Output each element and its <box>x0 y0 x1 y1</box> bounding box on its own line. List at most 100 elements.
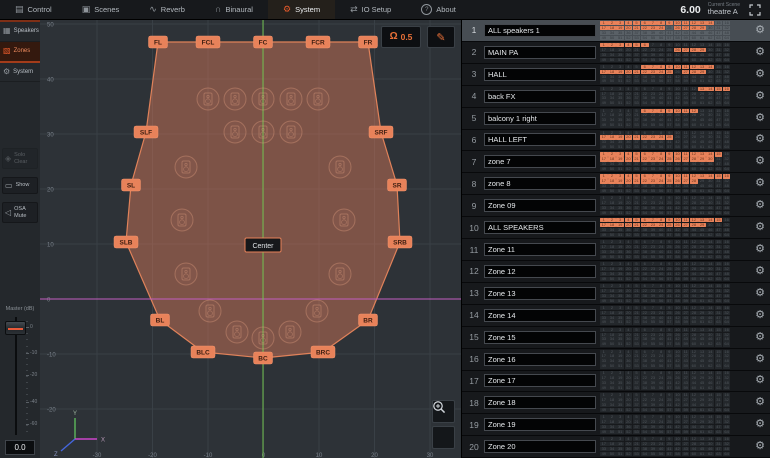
matrix-cell[interactable]: 24 <box>657 376 665 380</box>
matrix-cell[interactable]: 31 <box>715 92 723 96</box>
matrix-cell[interactable]: 53 <box>633 277 641 281</box>
matrix-cell[interactable]: 31 <box>715 289 723 293</box>
matrix-cell[interactable]: 17 <box>600 113 608 117</box>
matrix-cell[interactable]: 40 <box>657 228 665 232</box>
matrix-cell[interactable]: 10 <box>674 21 682 25</box>
matrix-cell[interactable]: 7 <box>649 152 657 156</box>
matrix-cell[interactable]: 34 <box>608 206 616 210</box>
matrix-cell[interactable]: 13 <box>698 437 706 441</box>
matrix-cell[interactable]: 35 <box>616 294 624 298</box>
matrix-cell[interactable]: 42 <box>674 359 682 363</box>
stage-canvas[interactable]: 50403020100-10-20-30-20-100102030FLFCLFC… <box>40 20 461 458</box>
matrix-cell[interactable]: 13 <box>698 415 706 419</box>
matrix-cell[interactable]: 64 <box>723 299 731 303</box>
matrix-cell[interactable]: 14 <box>706 196 714 200</box>
matrix-cell[interactable]: 1 <box>600 196 608 200</box>
matrix-cell[interactable]: 47 <box>715 447 723 451</box>
zone-name-input[interactable] <box>484 155 596 168</box>
matrix-cell[interactable]: 30 <box>706 311 714 315</box>
matrix-cell[interactable]: 64 <box>723 211 731 215</box>
matrix-cell[interactable]: 60 <box>690 364 698 368</box>
matrix-cell[interactable]: 42 <box>674 53 682 57</box>
matrix-cell[interactable]: 12 <box>690 393 698 397</box>
matrix-cell[interactable]: 41 <box>666 53 674 57</box>
matrix-cell[interactable]: 38 <box>641 140 649 144</box>
matrix-cell[interactable]: 64 <box>723 430 731 434</box>
matrix-cell[interactable]: 60 <box>690 233 698 237</box>
matrix-cell[interactable]: 28 <box>690 92 698 96</box>
matrix-cell[interactable]: 47 <box>715 337 723 341</box>
matrix-cell[interactable]: 2 <box>608 284 616 288</box>
matrix-cell[interactable]: 50 <box>608 233 616 237</box>
matrix-cell[interactable]: 60 <box>690 320 698 324</box>
matrix-cell[interactable]: 4 <box>625 65 633 69</box>
matrix-cell[interactable]: 58 <box>674 386 682 390</box>
matrix-cell[interactable]: 34 <box>608 250 616 254</box>
matrix-cell[interactable]: 1 <box>600 240 608 244</box>
matrix-cell[interactable]: 52 <box>625 79 633 83</box>
matrix-cell[interactable]: 18 <box>608 135 616 139</box>
matrix-cell[interactable]: 2 <box>608 43 616 47</box>
matrix-cell[interactable]: 2 <box>608 393 616 397</box>
matrix-cell[interactable]: 1 <box>600 306 608 310</box>
matrix-cell[interactable]: 55 <box>649 342 657 346</box>
matrix-cell[interactable]: 52 <box>625 145 633 149</box>
matrix-cell[interactable]: 27 <box>682 113 690 117</box>
matrix-cell[interactable]: 49 <box>600 233 608 237</box>
matrix-cell[interactable]: 47 <box>715 184 723 188</box>
matrix-cell[interactable]: 39 <box>649 381 657 385</box>
matrix-cell[interactable]: 2 <box>608 262 616 266</box>
matrix-cell[interactable]: 56 <box>657 277 665 281</box>
matrix-cell[interactable]: 62 <box>706 277 714 281</box>
matrix-cell[interactable]: 11 <box>682 43 690 47</box>
matrix-cell[interactable]: 1 <box>600 152 608 156</box>
zone-row-9[interactable]: 9123456789101112131415161718192021222324… <box>462 195 770 217</box>
matrix-cell[interactable]: 33 <box>600 162 608 166</box>
matrix-cell[interactable]: 54 <box>641 167 649 171</box>
matrix-cell[interactable]: 12 <box>690 131 698 135</box>
matrix-cell[interactable]: 56 <box>657 408 665 412</box>
matrix-cell[interactable]: 56 <box>657 299 665 303</box>
matrix-cell[interactable]: 6 <box>641 437 649 441</box>
matrix-cell[interactable]: 34 <box>608 272 616 276</box>
sidebar-item-zones[interactable]: ▧Zones <box>0 42 40 63</box>
matrix-cell[interactable]: 36 <box>625 118 633 122</box>
matrix-cell[interactable]: 26 <box>674 267 682 271</box>
matrix-cell[interactable]: 27 <box>682 354 690 358</box>
matrix-cell[interactable]: 56 <box>657 123 665 127</box>
matrix-cell[interactable]: 4 <box>625 21 633 25</box>
matrix-cell[interactable]: 23 <box>649 289 657 293</box>
matrix-cell[interactable]: 1 <box>600 262 608 266</box>
matrix-cell[interactable]: 19 <box>616 245 624 249</box>
matrix-cell[interactable]: 22 <box>641 201 649 205</box>
matrix-cell[interactable]: 59 <box>682 189 690 193</box>
speaker-label-blc[interactable]: BLC <box>191 346 215 358</box>
matrix-cell[interactable]: 5 <box>633 196 641 200</box>
matrix-cell[interactable]: 3 <box>616 218 624 222</box>
matrix-cell[interactable]: 38 <box>641 250 649 254</box>
matrix-cell[interactable]: 35 <box>616 118 624 122</box>
matrix-cell[interactable]: 41 <box>666 31 674 35</box>
matrix-cell[interactable]: 23 <box>649 333 657 337</box>
matrix-cell[interactable]: 35 <box>616 228 624 232</box>
matrix-cell[interactable]: 64 <box>723 342 731 346</box>
matrix-cell[interactable]: 24 <box>657 223 665 227</box>
matrix-cell[interactable]: 39 <box>649 184 657 188</box>
matrix-cell[interactable]: 34 <box>608 447 616 451</box>
matrix-cell[interactable]: 38 <box>641 294 649 298</box>
matrix-cell[interactable]: 16 <box>723 262 731 266</box>
matrix-cell[interactable]: 48 <box>723 206 731 210</box>
matrix-cell[interactable]: 25 <box>666 354 674 358</box>
matrix-cell[interactable]: 16 <box>723 437 731 441</box>
matrix-cell[interactable]: 14 <box>706 415 714 419</box>
matrix-cell[interactable]: 18 <box>608 289 616 293</box>
matrix-cell[interactable]: 10 <box>674 131 682 135</box>
matrix-cell[interactable]: 39 <box>649 162 657 166</box>
matrix-cell[interactable]: 1 <box>600 174 608 178</box>
matrix-cell[interactable]: 36 <box>625 96 633 100</box>
matrix-cell[interactable]: 33 <box>600 250 608 254</box>
matrix-cell[interactable]: 54 <box>641 430 649 434</box>
matrix-cell[interactable]: 20 <box>625 420 633 424</box>
matrix-cell[interactable]: 44 <box>690 206 698 210</box>
matrix-cell[interactable]: 55 <box>649 36 657 40</box>
